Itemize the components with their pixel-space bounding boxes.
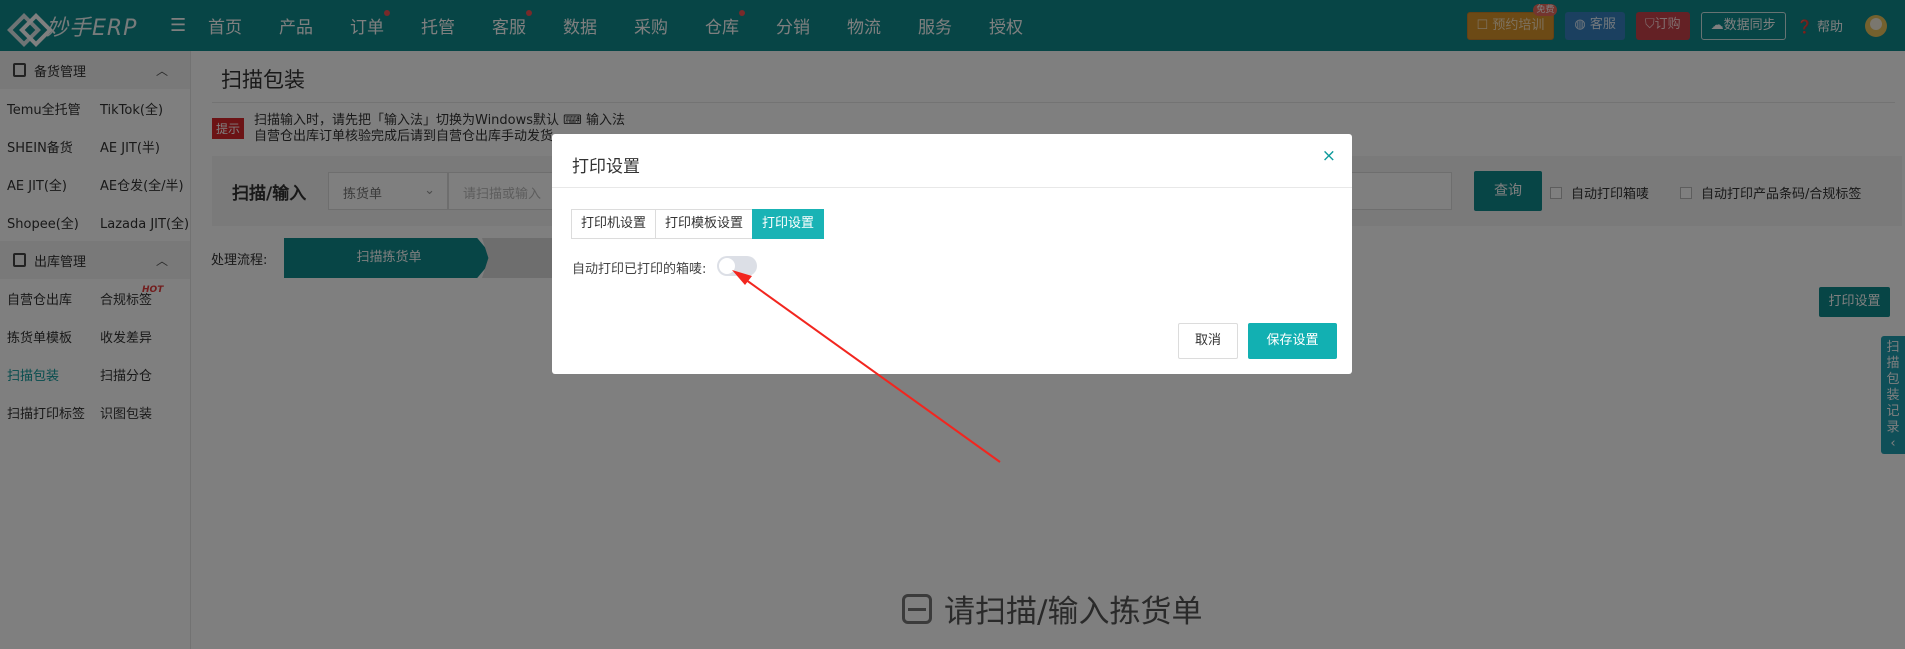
- cancel-button[interactable]: 取消: [1178, 323, 1238, 359]
- tab-template[interactable]: 打印模板设置: [655, 209, 754, 239]
- tab-printer[interactable]: 打印机设置: [571, 209, 657, 239]
- auto-print-printed-box-toggle[interactable]: [717, 256, 757, 276]
- dialog-tabs: 打印机设置 打印模板设置 打印设置: [571, 209, 825, 239]
- close-icon[interactable]: ×: [1322, 146, 1336, 166]
- dialog-title: 打印设置: [572, 157, 640, 177]
- tab-print[interactable]: 打印设置: [752, 209, 825, 239]
- save-settings-button[interactable]: 保存设置: [1248, 323, 1337, 359]
- divider: [552, 187, 1352, 188]
- print-settings-dialog: 打印设置 × 打印机设置 打印模板设置 打印设置 自动打印已打印的箱唛: 取消 保存…: [552, 134, 1352, 374]
- auto-print-printed-box-label: 自动打印已打印的箱唛:: [572, 262, 707, 277]
